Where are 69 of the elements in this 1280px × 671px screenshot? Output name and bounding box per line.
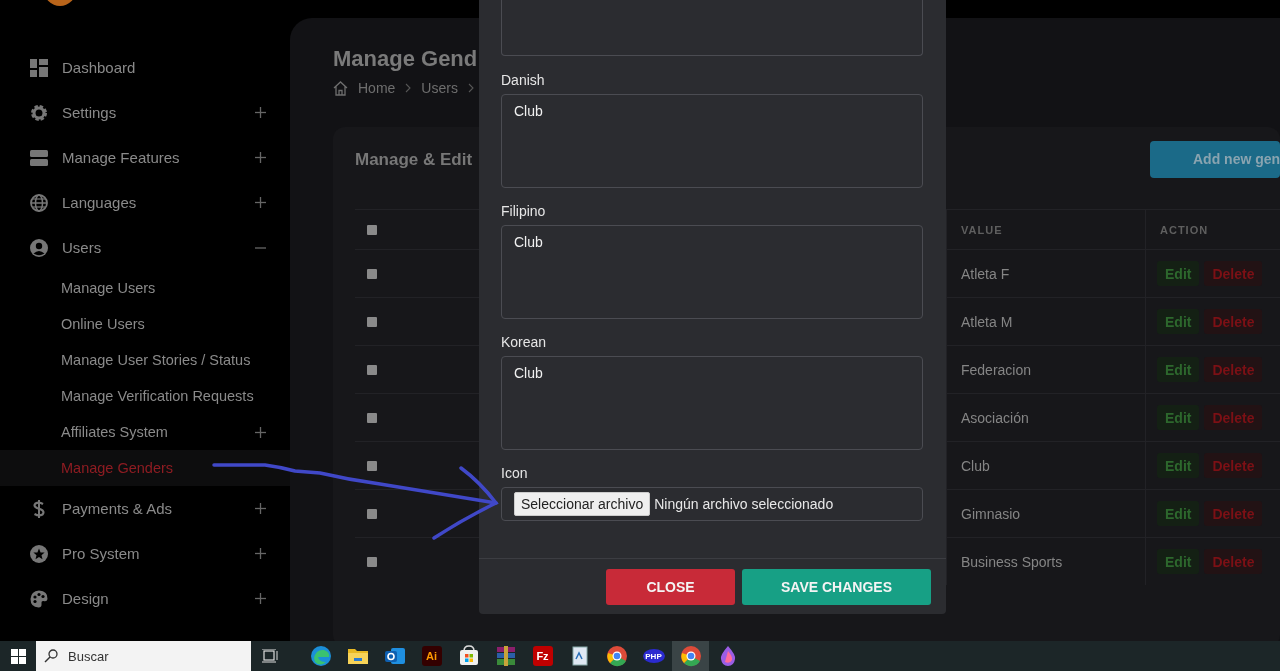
books-icon xyxy=(494,645,517,667)
card-title: Manage & Edit xyxy=(355,150,473,170)
text-area[interactable]: Club xyxy=(501,356,923,450)
taskbar-app[interactable]: Fz xyxy=(524,641,561,671)
field-label: Filipino xyxy=(501,202,547,221)
windows-start-icon xyxy=(10,648,26,664)
browser-icon xyxy=(679,645,702,667)
taskbar-app[interactable] xyxy=(672,641,709,671)
choose-file-button[interactable]: Seleccionar archivo xyxy=(514,492,651,516)
checkbox[interactable] xyxy=(367,364,377,375)
text-area[interactable]: Club xyxy=(501,94,923,188)
chevron-icon xyxy=(405,83,412,93)
table-cell-text: Asociación xyxy=(960,409,1029,426)
task-view-icon[interactable] xyxy=(262,649,278,663)
mail-icon xyxy=(383,645,406,667)
taskbar-app[interactable]: Ai xyxy=(413,641,450,671)
table-cell-text: Club xyxy=(960,457,990,474)
settings-icon xyxy=(30,103,48,122)
column-header: VALUE xyxy=(960,223,1003,236)
shopping-bag-icon xyxy=(457,645,480,667)
sidebar-item[interactable]: Users xyxy=(0,225,290,270)
sidebar-item[interactable]: Payments & Ads xyxy=(0,486,290,531)
sidebar-item[interactable]: Manage Users xyxy=(0,270,290,306)
checkbox[interactable] xyxy=(367,508,377,519)
sidebar-item[interactable]: Languages xyxy=(0,180,290,225)
chevron-icon xyxy=(467,83,474,93)
field-label: Icon xyxy=(501,464,529,483)
home-icon xyxy=(333,80,348,96)
field-label: Danish xyxy=(501,71,546,90)
globe-icon xyxy=(30,193,48,212)
checkbox[interactable] xyxy=(367,268,377,279)
close-button[interactable]: CLOSE xyxy=(606,568,735,605)
taskbar-app[interactable]: PHP xyxy=(635,641,672,671)
breadcrumb-link[interactable]: Home xyxy=(358,80,396,96)
breadcrumb-link[interactable]: Users xyxy=(421,80,458,96)
file-status: Ningún archivo seleccionado xyxy=(654,496,834,512)
sidebar-item[interactable]: Manage Features xyxy=(0,135,290,180)
browser-icon xyxy=(309,645,332,667)
table-cell-text: Gimnasio xyxy=(960,505,1021,522)
file-field[interactable]: Seleccionar archivo Ningún archivo seleccionado xyxy=(501,487,923,521)
browser-icon xyxy=(605,645,628,667)
table-cell-text: Atleta M xyxy=(960,313,1013,330)
field-label: Korean xyxy=(501,333,548,352)
table-cell-text: Atleta F xyxy=(960,265,1010,282)
sidebar-item[interactable]: Manage User Stories / Status xyxy=(0,342,290,378)
table-cell-text: Federacion xyxy=(960,361,1032,378)
table-cell-text: Business Sports xyxy=(960,553,1063,570)
dollar-icon xyxy=(30,499,48,518)
page-title: Manage Gend xyxy=(333,45,479,73)
sidebar-item[interactable]: Affiliates System xyxy=(0,414,290,450)
sidebar-item[interactable]: Design xyxy=(0,576,290,621)
search-field[interactable]: Buscar xyxy=(36,641,251,671)
sidebar-item[interactable]: Manage Verification Requests xyxy=(0,378,290,414)
sidebar-item[interactable]: Pro System xyxy=(0,531,290,576)
checkbox[interactable] xyxy=(367,316,377,327)
palette-icon xyxy=(30,589,48,608)
search-icon xyxy=(44,649,58,663)
sidebar-item[interactable]: Settings xyxy=(0,90,290,135)
dashboard-icon xyxy=(30,58,48,77)
sidebar-item[interactable]: Dashboard xyxy=(0,45,290,90)
column-header: ACTION xyxy=(1159,223,1209,236)
checkbox[interactable] xyxy=(367,460,377,471)
checkbox[interactable] xyxy=(367,412,377,423)
stacked-bars-icon xyxy=(30,148,48,167)
text-area[interactable]: Club xyxy=(501,225,923,319)
checkbox[interactable] xyxy=(367,556,377,567)
user-icon xyxy=(30,238,48,257)
checkbox[interactable] xyxy=(367,224,377,235)
sidebar-item[interactable]: Online Users xyxy=(0,306,290,342)
